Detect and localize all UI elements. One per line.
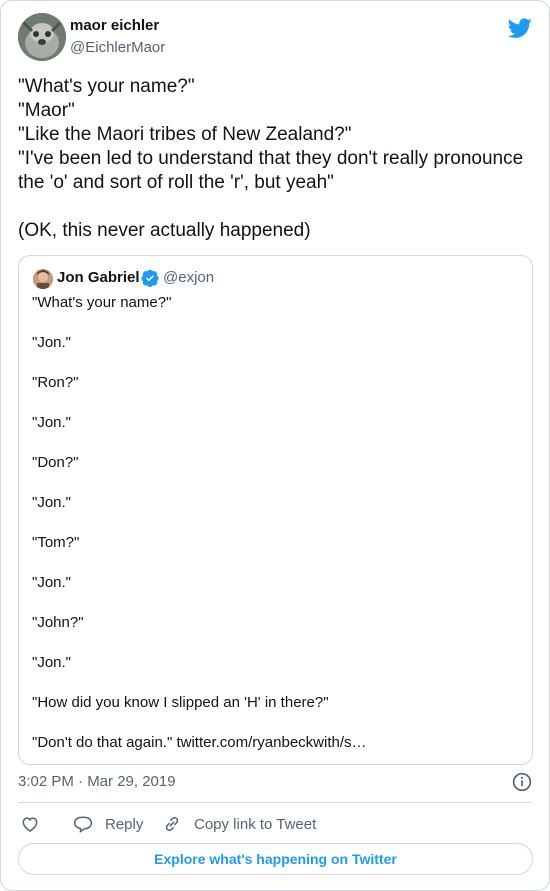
tweet-card: maor eichler @EichlerMaor "What's your n… [0,0,550,891]
tweet-header: maor eichler @EichlerMaor [18,13,532,63]
quoted-author-name: Jon Gabriel [57,269,140,286]
tweet-text: "What's your name?" "Maor" "Like the Mao… [18,76,524,241]
link-icon [165,816,179,832]
like-button[interactable] [20,813,40,835]
author-avatar[interactable] [18,13,66,61]
divider [18,802,532,803]
author-name[interactable]: maor eichler [70,17,159,34]
copy-link-button[interactable]: Copy link to Tweet [162,813,316,835]
twitter-bird-icon[interactable] [508,16,532,40]
heart-icon [22,817,38,832]
copy-link-label: Copy link to Tweet [194,815,317,833]
tweet-timestamp[interactable]: 3:02 PM · Mar 29, 2019 [18,773,176,790]
explore-button[interactable]: Explore what's happening on Twitter [18,843,533,875]
quoted-tweet[interactable]: Jon Gabriel @exjon "What's your name?" "… [18,255,533,765]
reply-button[interactable]: Reply [73,813,143,835]
quoted-author-avatar [33,269,53,289]
author-handle[interactable]: @EichlerMaor [70,39,165,56]
verified-badge-icon [141,269,159,287]
info-icon[interactable] [512,772,532,792]
quoted-tweet-text: "What's your name?" "Jon." "Ron?" "Jon."… [32,294,367,751]
speech-bubble-icon [73,816,93,833]
reply-label: Reply [105,815,144,833]
quoted-author-handle: @exjon [163,269,215,286]
